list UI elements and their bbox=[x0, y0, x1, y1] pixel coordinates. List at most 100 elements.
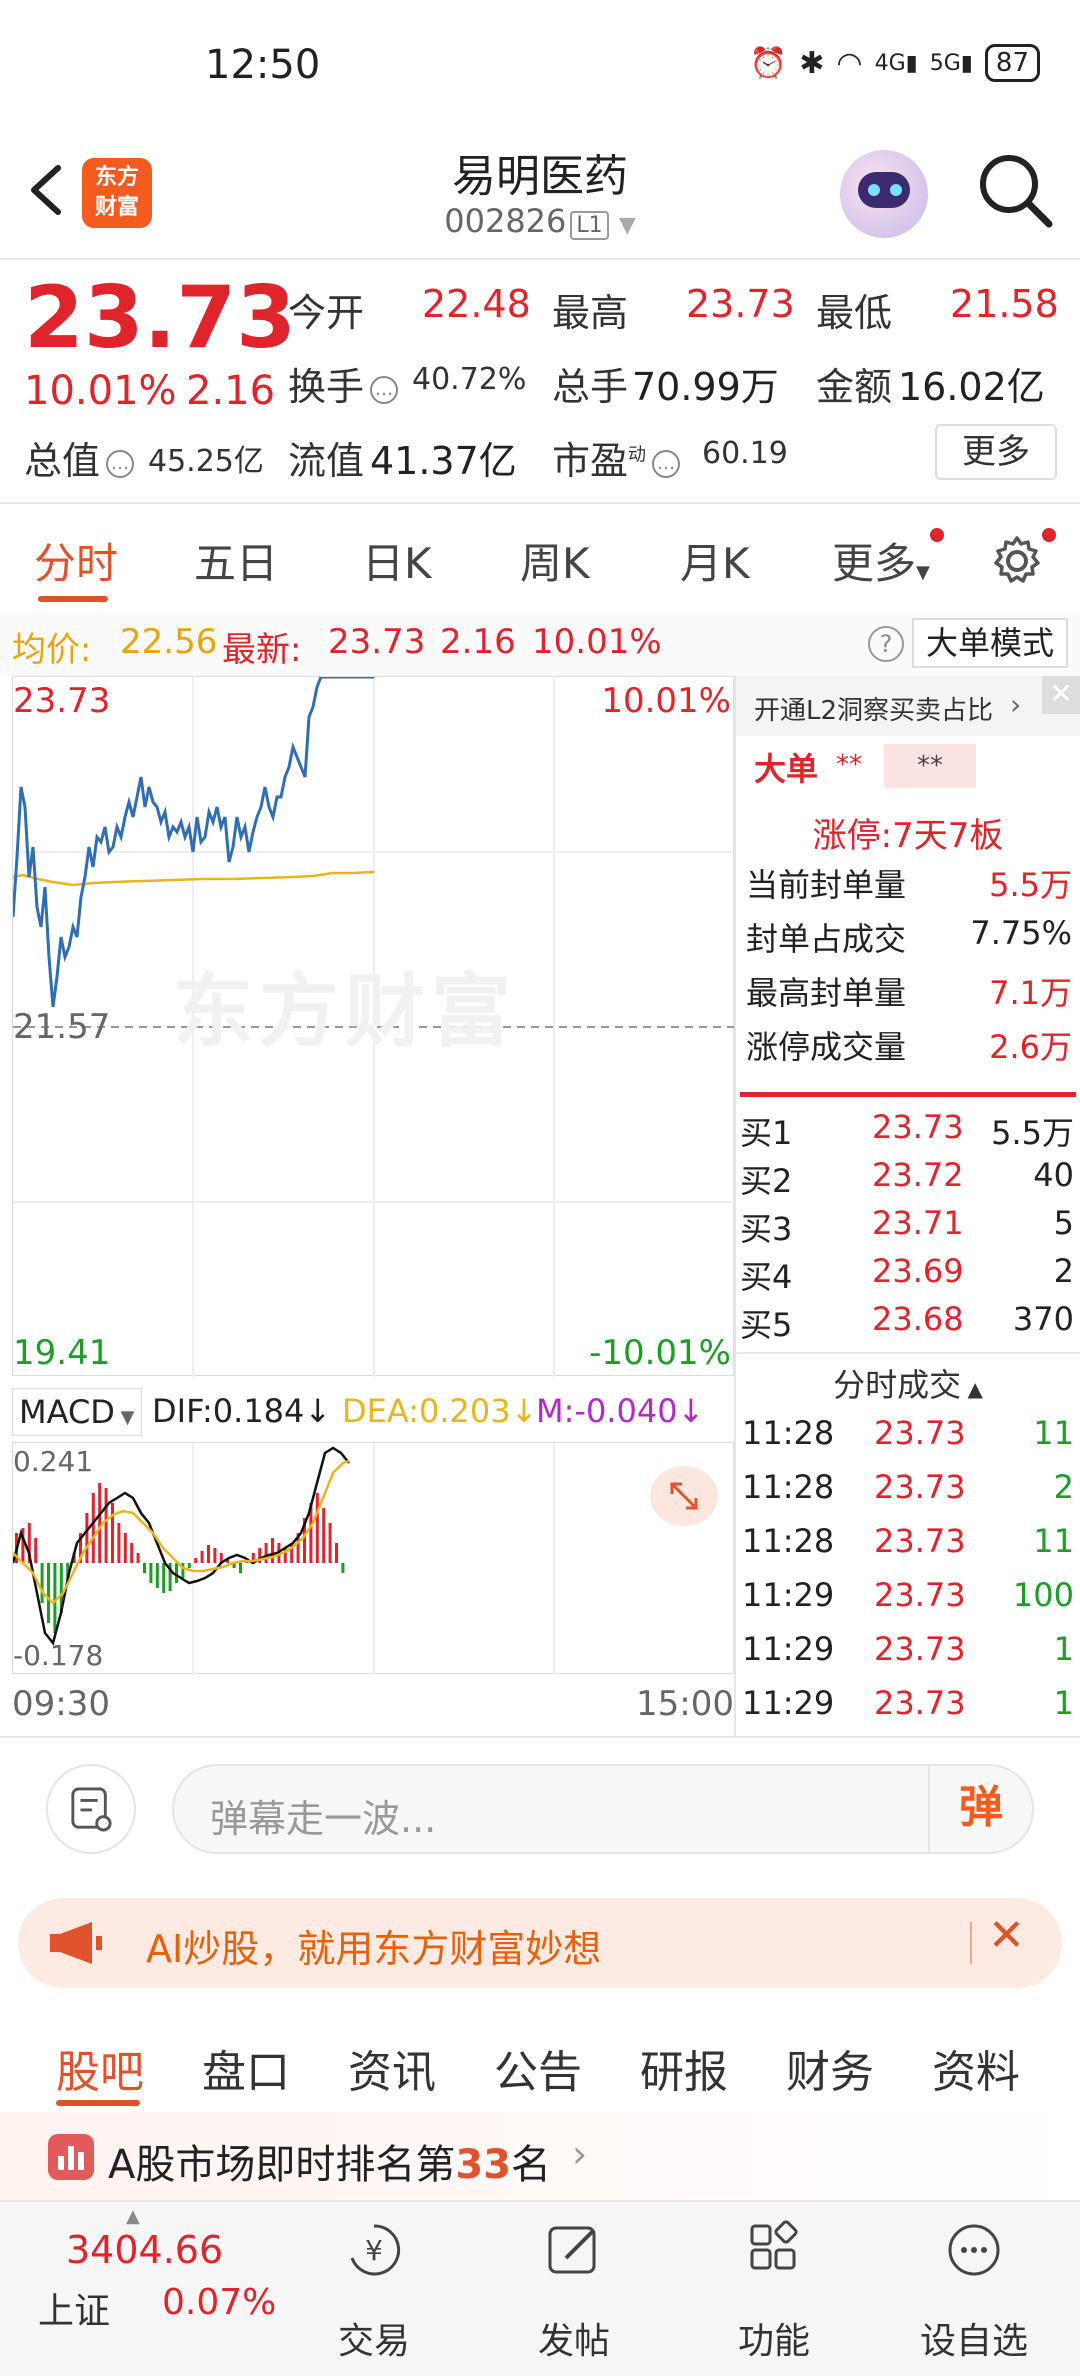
chart-tabs: 分时 五日 日K 周K 月K 更多▼ bbox=[0, 504, 1080, 604]
bid-row[interactable]: 买4 23.69 2 bbox=[740, 1252, 1074, 1300]
macd-histogram-bar bbox=[85, 1513, 89, 1563]
chevron-right-icon: › bbox=[1010, 688, 1022, 721]
low-label: 最低 bbox=[816, 291, 893, 335]
bid-row[interactable]: 买5 23.68 370 bbox=[740, 1300, 1074, 1348]
tab-more[interactable]: 更多▼ bbox=[832, 530, 930, 591]
macd-histogram-bar bbox=[117, 1523, 121, 1563]
nav-functions-label: 功能 bbox=[737, 2321, 810, 2362]
macd-histogram-bar bbox=[315, 1493, 319, 1563]
index-name: 上证 bbox=[38, 2291, 111, 2332]
change-percent: 10.01% bbox=[24, 368, 177, 414]
divider bbox=[734, 676, 736, 1736]
tab-daily-k[interactable]: 日K bbox=[362, 530, 432, 591]
tab-finance[interactable]: 财务 bbox=[786, 2036, 874, 2100]
search-icon[interactable] bbox=[975, 150, 1055, 230]
index-value: 3404.66 bbox=[66, 2228, 224, 2272]
info-icon[interactable]: … bbox=[370, 375, 399, 404]
big-order-mode-button[interactable]: 大单模式 bbox=[912, 618, 1068, 668]
rank-prefix: A股市场即时排名第 bbox=[108, 2142, 456, 2188]
pe-label-text: 市盈 bbox=[552, 439, 629, 483]
macd-histogram-bar bbox=[271, 1538, 274, 1563]
help-icon[interactable]: ? bbox=[868, 626, 904, 662]
tab-monthly-k[interactable]: 月K bbox=[680, 530, 750, 591]
edit-icon bbox=[548, 2226, 596, 2274]
rank-banner[interactable]: A股市场即时排名第33名 › bbox=[0, 2112, 1080, 2202]
bid-volume: 2 bbox=[1053, 1252, 1074, 1290]
bluetooth-icon: ✱ bbox=[799, 45, 825, 81]
info-icon[interactable]: … bbox=[652, 449, 681, 478]
latest-change: 2.16 bbox=[440, 622, 516, 662]
tab-intraday[interactable]: 分时 bbox=[34, 530, 118, 591]
nav-functions[interactable]: 功能 bbox=[674, 2202, 874, 2376]
settings-gear-icon[interactable] bbox=[990, 534, 1044, 588]
avg-label: 均价: bbox=[12, 630, 92, 670]
danmaku-input[interactable]: 弹幕走一波... 弹 bbox=[172, 1764, 1034, 1854]
macd-histogram-bar bbox=[47, 1563, 50, 1623]
ticks-title[interactable]: 分时成交 ▲ bbox=[736, 1360, 1080, 1406]
danmaku-settings-icon[interactable] bbox=[46, 1764, 136, 1854]
ai-banner[interactable]: AI炒股，就用东方财富妙想 ✕ bbox=[18, 1898, 1062, 1988]
danmaku-send-button[interactable]: 弹 bbox=[928, 1764, 1032, 1854]
volume-label: 总手 bbox=[552, 365, 629, 409]
open-value: 22.48 bbox=[422, 282, 531, 326]
nav-add-watchlist[interactable]: 设自选 bbox=[874, 2202, 1074, 2376]
seal-label: 封单占成交 bbox=[746, 920, 907, 958]
nav-trade[interactable]: ¥ 交易 bbox=[274, 2202, 474, 2376]
macd-histogram-bar bbox=[264, 1543, 268, 1563]
indicator-selector[interactable]: MACD ▼ bbox=[12, 1388, 142, 1436]
tick-row: 11:29 23.73 100 bbox=[742, 1576, 1074, 1630]
macd-chart[interactable]: 0.241 -0.178 bbox=[12, 1442, 734, 1675]
macd-dif: DIF:0.184↓ bbox=[152, 1392, 332, 1430]
pe-super: 动 bbox=[628, 444, 647, 466]
tab-guba[interactable]: 股吧 bbox=[56, 2036, 144, 2100]
close-icon[interactable]: ✕ bbox=[1042, 676, 1080, 714]
intraday-chart[interactable]: 东方财富 23.73 10.01% 21.57 19.41 -10.01% bbox=[12, 676, 735, 1377]
index-ticker[interactable]: ▲ 3404.66 上证 0.07% bbox=[0, 2202, 276, 2376]
tick-price: 23.73 bbox=[874, 1522, 966, 1560]
macd-histogram-bar bbox=[162, 1563, 166, 1593]
active-tab-underline bbox=[38, 596, 108, 602]
macd-histogram-bar bbox=[40, 1563, 44, 1603]
bid-row[interactable]: 买2 23.72 40 bbox=[740, 1156, 1074, 1204]
macd-histogram bbox=[15, 1483, 345, 1633]
macd-histogram-bar bbox=[123, 1533, 127, 1563]
tab-news[interactable]: 资讯 bbox=[348, 2036, 436, 2100]
l2-upsell[interactable]: 开通L2洞察买卖占比 › ✕ bbox=[736, 676, 1080, 736]
y-axis-mid-left: 21.57 bbox=[13, 1007, 111, 1047]
bid-volume: 5.5万 bbox=[991, 1114, 1074, 1152]
seal-value: 2.6万 bbox=[989, 1028, 1072, 1066]
y-axis-top-right: 10.01% bbox=[601, 681, 731, 721]
tab-pankou[interactable]: 盘口 bbox=[202, 2036, 290, 2100]
tick-time: 11:28 bbox=[742, 1522, 835, 1560]
caret-down-icon: ▼ bbox=[916, 562, 930, 583]
tick-volume: 1 bbox=[1053, 1630, 1074, 1668]
tab-announcements[interactable]: 公告 bbox=[494, 2036, 582, 2100]
more-button[interactable]: 更多 bbox=[935, 424, 1057, 480]
tick-time: 11:28 bbox=[742, 1468, 835, 1506]
ai-assistant-avatar[interactable] bbox=[840, 150, 928, 238]
time-start: 09:30 bbox=[12, 1684, 110, 1724]
tab-profile[interactable]: 资料 bbox=[932, 2036, 1020, 2100]
macd-histogram-bar bbox=[91, 1493, 95, 1563]
ticks-title-text: 分时成交 bbox=[833, 1366, 962, 1404]
tab-research[interactable]: 研报 bbox=[640, 2036, 728, 2100]
macd-histogram-bar bbox=[149, 1563, 153, 1583]
macd-dea: DEA:0.203↓ bbox=[342, 1392, 538, 1430]
wifi-icon: ◠ bbox=[836, 45, 863, 81]
tab-five-day[interactable]: 五日 bbox=[194, 530, 278, 591]
bid-price: 23.68 bbox=[872, 1300, 964, 1338]
bid-price: 23.72 bbox=[872, 1156, 964, 1194]
macd-m: M:-0.040↓ bbox=[536, 1392, 705, 1430]
close-icon[interactable]: ✕ bbox=[988, 1910, 1025, 1961]
info-icon[interactable]: … bbox=[106, 449, 135, 478]
macd-histogram-bar bbox=[335, 1543, 338, 1563]
nav-post[interactable]: 发帖 bbox=[474, 2202, 674, 2376]
macd-dif-text: DIF:0.184 bbox=[152, 1392, 305, 1430]
watermark: 东方财富 bbox=[173, 965, 517, 1058]
bid-volume: 370 bbox=[1012, 1300, 1074, 1338]
bid-row[interactable]: 买3 23.71 5 bbox=[740, 1204, 1074, 1252]
bid-row[interactable]: 买1 23.73 5.5万 bbox=[740, 1108, 1074, 1156]
expand-icon[interactable] bbox=[650, 1466, 718, 1526]
bid-price: 23.71 bbox=[872, 1204, 964, 1242]
tab-weekly-k[interactable]: 周K bbox=[520, 530, 590, 591]
